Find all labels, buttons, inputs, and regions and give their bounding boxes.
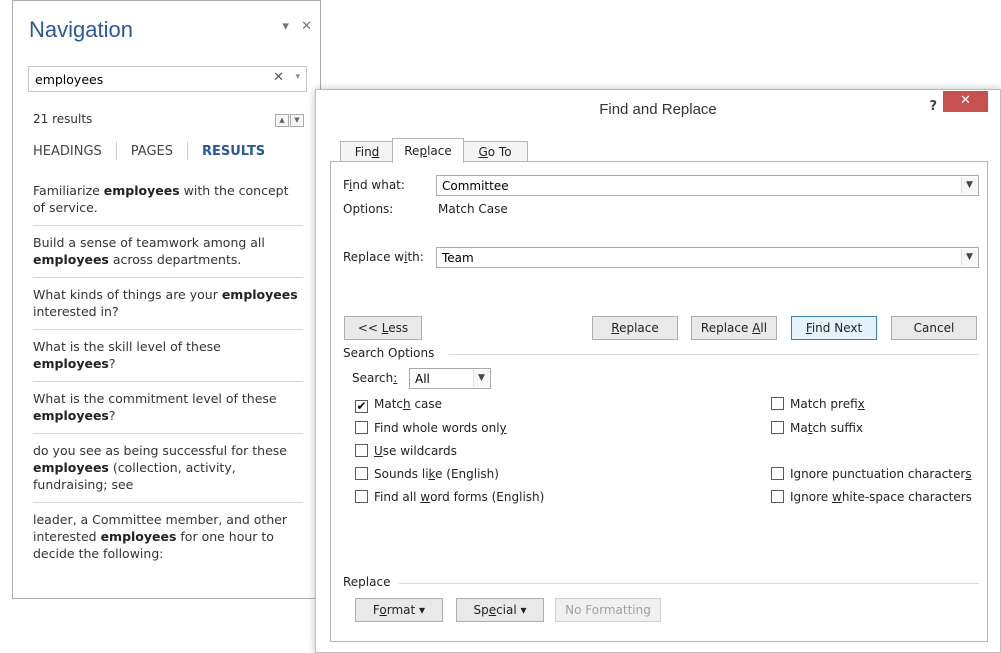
tab-replace[interactable]: Replace [392, 138, 464, 163]
checkbox-icon[interactable] [355, 490, 368, 503]
replace-with-input[interactable] [440, 250, 931, 266]
result-navigation-arrows: ▲ ▼ [274, 111, 304, 127]
tab-results[interactable]: RESULTS [202, 144, 265, 159]
find-what-combo[interactable]: ▼ [436, 175, 979, 196]
chevron-down-icon[interactable]: ▼ [473, 370, 489, 387]
search-direction-label: Search: [352, 371, 398, 385]
result-text: What is the commitment level of these [33, 391, 277, 406]
result-text: Build a sense of teamwork among all [33, 235, 265, 250]
clear-search-icon[interactable]: ✕ [273, 70, 284, 85]
tab-divider [115, 142, 117, 160]
result-text: do you see as being successful for these [33, 443, 287, 458]
result-text: Familiarize [33, 183, 104, 198]
result-highlight: employees [33, 252, 109, 267]
options-label: Options: [343, 202, 394, 216]
result-item[interactable]: What is the skill level of these employe… [33, 330, 303, 382]
navigation-search-box[interactable]: ✕ ▾ [28, 66, 307, 92]
ignore-punctuation-checkbox[interactable]: Ignore punctuation characters [771, 467, 972, 481]
find-what-input[interactable] [440, 178, 931, 194]
result-text: ? [108, 408, 116, 423]
pane-close-icon[interactable]: ✕ [301, 19, 312, 34]
navigation-pane: Navigation ▾ ✕ ✕ ▾ 21 results ▲▼ HEADING… [12, 0, 321, 599]
checkbox-icon[interactable] [771, 467, 784, 480]
dialog-title: Find and Replace [599, 101, 717, 118]
result-text: ? [108, 356, 116, 371]
replace-button[interactable]: Replace [592, 316, 678, 340]
search-options-dropdown-icon[interactable]: ▾ [295, 72, 300, 82]
find-next-button[interactable]: Find Next [791, 316, 877, 340]
checkbox-checked-icon[interactable]: ✔ [355, 400, 368, 413]
result-item[interactable]: leader, a Committee member, and other in… [33, 503, 303, 571]
replace-section: Replace [343, 575, 979, 589]
results-count: 21 results [33, 112, 93, 126]
special-button[interactable]: Special ▾ [456, 598, 544, 622]
result-highlight: employees [103, 183, 180, 198]
wildcards-checkbox[interactable]: Use wildcards [355, 444, 457, 458]
checkbox-icon[interactable] [355, 444, 368, 457]
navigation-title: Navigation [29, 17, 133, 42]
cancel-button[interactable]: Cancel [891, 316, 977, 340]
checkbox-icon[interactable] [771, 490, 784, 503]
help-icon[interactable]: ? [929, 99, 937, 114]
results-list: Familiarize employees with the concept o… [33, 176, 303, 571]
less-button[interactable]: << Less [344, 316, 422, 340]
checkbox-icon[interactable] [355, 421, 368, 434]
tab-divider [187, 142, 188, 160]
result-highlight: employees [33, 460, 109, 475]
dialog-titlebar[interactable]: Find and Replace ? ✕ [316, 90, 1000, 130]
ignore-whitespace-checkbox[interactable]: Ignore white-space characters [771, 490, 972, 504]
chevron-down-icon[interactable]: ▼ [961, 177, 977, 194]
match-prefix-checkbox[interactable]: Match prefix [771, 397, 865, 411]
result-item[interactable]: Familiarize employees with the concept o… [33, 176, 303, 226]
whole-words-checkbox[interactable]: Find whole words only [355, 421, 507, 435]
result-item[interactable]: do you see as being successful for these… [33, 434, 303, 503]
replace-with-label: Replace with: [343, 250, 424, 264]
result-text: across departments. [108, 252, 242, 267]
tab-find[interactable]: Find [340, 141, 394, 162]
search-options-section: Search Options [343, 346, 979, 360]
find-replace-dialog: Find and Replace ? ✕ Find Replace Go To … [315, 89, 1001, 653]
result-text: interested in? [33, 304, 119, 319]
word-forms-checkbox[interactable]: Find all word forms (English) [355, 490, 544, 504]
pane-options-dropdown-icon[interactable]: ▾ [282, 19, 289, 34]
match-case-checkbox[interactable]: ✔ Match case [355, 397, 442, 413]
replace-with-combo[interactable]: ▼ [436, 247, 979, 268]
tab-go-to[interactable]: Go To [462, 141, 528, 162]
checkbox-icon[interactable] [355, 467, 368, 480]
navigation-search-input[interactable] [33, 71, 257, 88]
chevron-down-icon[interactable]: ▼ [961, 249, 977, 266]
result-highlight: employees [221, 287, 298, 302]
result-highlight: employees [100, 529, 177, 544]
result-item[interactable]: What is the commitment level of these em… [33, 382, 303, 434]
section-divider [449, 354, 979, 355]
no-formatting-button[interactable]: No Formatting [555, 598, 661, 622]
checkbox-icon[interactable] [771, 421, 784, 434]
next-result-icon[interactable]: ▼ [290, 114, 304, 127]
tab-headings[interactable]: HEADINGS [33, 144, 102, 159]
result-item[interactable]: What kinds of things are your employees … [33, 278, 303, 330]
checkbox-icon[interactable] [771, 397, 784, 410]
result-item[interactable]: Build a sense of teamwork among all empl… [33, 226, 303, 278]
replace-heading: Replace [343, 575, 391, 589]
result-highlight: employees [33, 356, 109, 371]
search-direction-combo[interactable]: ▼ [409, 368, 491, 389]
replace-all-button[interactable]: Replace All [691, 316, 777, 340]
tab-pages[interactable]: PAGES [131, 144, 173, 159]
format-button[interactable]: Format ▾ [355, 598, 443, 622]
previous-result-icon[interactable]: ▲ [275, 114, 289, 127]
dialog-body: Find Replace Go To Find what: ▼ Options:… [330, 138, 988, 643]
result-highlight: employees [33, 408, 109, 423]
dialog-close-button[interactable]: ✕ [943, 91, 988, 112]
replace-panel: Find what: ▼ Options: Match Case Replace… [330, 161, 988, 642]
navigation-header-controls: ▾ ✕ [274, 19, 312, 34]
result-text: What is the skill level of these [33, 339, 221, 354]
sounds-like-checkbox[interactable]: Sounds like (English) [355, 467, 499, 481]
result-text: What kinds of things are your [33, 287, 222, 302]
section-divider [399, 583, 979, 584]
navigation-tabs: HEADINGS PAGES RESULTS [33, 142, 265, 160]
options-value: Match Case [438, 202, 508, 216]
match-suffix-checkbox[interactable]: Match suffix [771, 421, 863, 435]
find-what-label: Find what: [343, 178, 405, 192]
search-options-heading: Search Options [343, 346, 435, 360]
